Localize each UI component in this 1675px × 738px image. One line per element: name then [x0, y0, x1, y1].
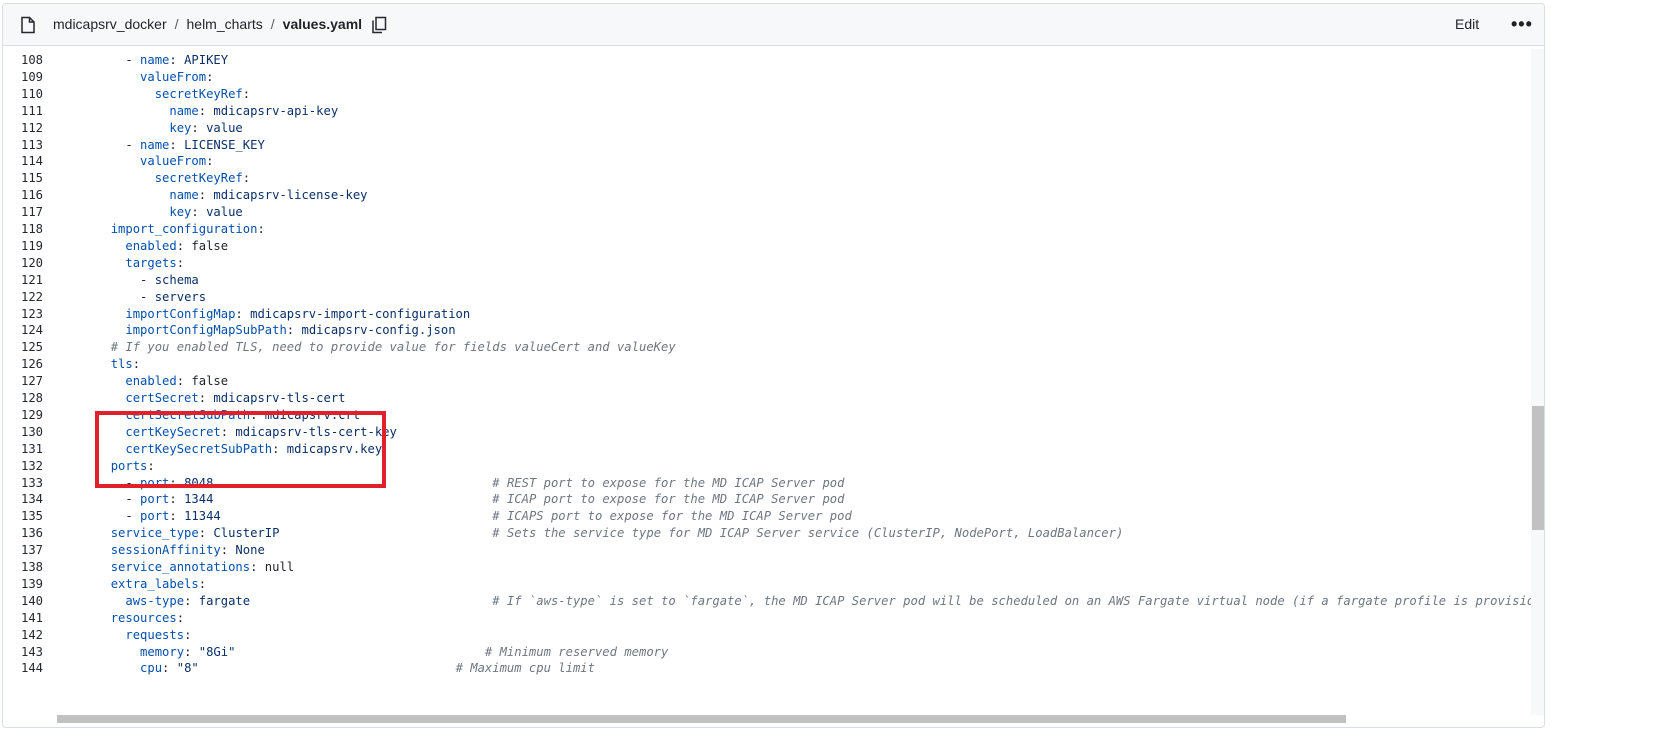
line-number[interactable]: 108	[3, 51, 43, 69]
line-number[interactable]: 139	[3, 575, 43, 593]
line-number[interactable]: 129	[3, 406, 43, 424]
line-number[interactable]: 130	[3, 423, 43, 441]
line-number[interactable]: 127	[3, 372, 43, 390]
kebab-horizontal-icon[interactable]: •••	[1511, 14, 1533, 35]
line-number[interactable]: 126	[3, 355, 43, 373]
vertical-scrollbar-track[interactable]	[1531, 49, 1544, 715]
line-number[interactable]: 122	[3, 288, 43, 306]
line-number[interactable]: 111	[3, 102, 43, 120]
line-number[interactable]: 113	[3, 136, 43, 154]
line-number[interactable]: 120	[3, 254, 43, 272]
horizontal-scrollbar-thumb[interactable]	[57, 715, 1346, 723]
vertical-scrollbar-thumb[interactable]	[1532, 406, 1544, 530]
line-number[interactable]: 141	[3, 609, 43, 627]
code-view: 108 - name: APIKEY 109 valueFrom: 110 secr…	[3, 51, 1531, 717]
code-text: - port: 11344 # ICAPS port to expose for…	[125, 509, 852, 524]
line-number[interactable]: 132	[3, 457, 43, 475]
breadcrumb-repo-link[interactable]: mdicapsrv_docker	[53, 16, 167, 32]
code-text: - port: 1344 # ICAP port to expose for t…	[125, 492, 845, 507]
line-number[interactable]: 116	[3, 186, 43, 204]
copy-icon[interactable]	[371, 16, 387, 34]
line-number[interactable]: 135	[3, 507, 43, 525]
code-text: requests:	[125, 627, 192, 642]
code-text: # If you enabled TLS, need to provide va…	[110, 340, 676, 355]
code-text: secretKeyRef:	[154, 86, 251, 101]
code-text: memory: "8Gi" # Minimum reserved memory	[140, 644, 669, 659]
line-number[interactable]: 123	[3, 305, 43, 323]
breadcrumb-separator: /	[174, 16, 179, 32]
code-text: extra_labels:	[110, 576, 207, 591]
file-header: mdicapsrv_docker / helm_charts / values.…	[3, 4, 1544, 46]
code-text: importConfigMap: mdicapsrv-import-config…	[125, 306, 471, 321]
line-number[interactable]: 137	[3, 541, 43, 559]
breadcrumb-folder-link[interactable]: helm_charts	[187, 16, 263, 32]
line-number[interactable]: 133	[3, 474, 43, 492]
code-text: name: mdicapsrv-license-key	[169, 188, 368, 203]
code-text: - name: APIKEY	[125, 53, 229, 67]
code-text: service_annotations: null	[110, 560, 295, 574]
line-number[interactable]: 124	[3, 321, 43, 339]
file-icon	[21, 16, 35, 34]
breadcrumb: mdicapsrv_docker / helm_charts / values.…	[53, 16, 362, 32]
line-number[interactable]: 109	[3, 68, 43, 86]
line-number[interactable]: 112	[3, 119, 43, 137]
line-number[interactable]: 110	[3, 85, 43, 103]
code-text: valueFrom:	[140, 69, 214, 84]
line-number[interactable]: 118	[3, 220, 43, 238]
breadcrumb-current-file: values.yaml	[282, 16, 363, 32]
line-number[interactable]: 143	[3, 643, 43, 661]
line-number[interactable]: 131	[3, 440, 43, 458]
code-text: import_configuration:	[110, 222, 265, 236]
line-number[interactable]: 121	[3, 271, 43, 289]
file-viewer: mdicapsrv_docker / helm_charts / values.…	[2, 3, 1545, 728]
code-text: key: value	[169, 205, 243, 220]
code-text: aws-type: fargate # If `aws-type` is set…	[125, 593, 1531, 608]
line-number[interactable]: 144	[3, 659, 43, 677]
code-text: valueFrom:	[140, 154, 214, 169]
line-number[interactable]: 134	[3, 490, 43, 508]
code-text: - name: LICENSE_KEY	[125, 137, 265, 152]
code-text: - servers	[140, 289, 207, 304]
line-number[interactable]: 125	[3, 338, 43, 356]
code-text: tls:	[110, 357, 141, 372]
code-text: sessionAffinity: None	[110, 543, 265, 558]
code-text: enabled: false	[125, 374, 229, 389]
code-text: - schema	[140, 272, 199, 287]
breadcrumb-separator: /	[270, 16, 275, 32]
code-text: cpu: "8" # Maximum cpu limit	[140, 661, 595, 676]
line-number[interactable]: 138	[3, 558, 43, 576]
code-text: targets:	[125, 255, 185, 270]
annotation-highlight-box	[95, 411, 386, 488]
code-text: service_type: ClusterIP # Sets the servi…	[110, 526, 1124, 541]
code-text: secretKeyRef:	[154, 171, 251, 186]
code-text: resources:	[110, 610, 185, 625]
edit-button[interactable]: Edit	[1455, 16, 1479, 32]
line-number[interactable]: 115	[3, 169, 43, 187]
line-number[interactable]: 128	[3, 389, 43, 407]
code-text: enabled: false	[125, 238, 229, 253]
line-number[interactable]: 140	[3, 592, 43, 610]
line-number[interactable]: 117	[3, 203, 43, 221]
code-text: certSecret: mdicapsrv-tls-cert	[125, 391, 346, 405]
code-text: importConfigMapSubPath: mdicapsrv-config…	[125, 323, 456, 338]
code-text: name: mdicapsrv-api-key	[169, 103, 339, 118]
line-number[interactable]: 114	[3, 152, 43, 170]
line-number[interactable]: 136	[3, 524, 43, 542]
code-text: key: value	[169, 120, 243, 135]
line-number[interactable]: 142	[3, 626, 43, 644]
line-number[interactable]: 119	[3, 237, 43, 255]
